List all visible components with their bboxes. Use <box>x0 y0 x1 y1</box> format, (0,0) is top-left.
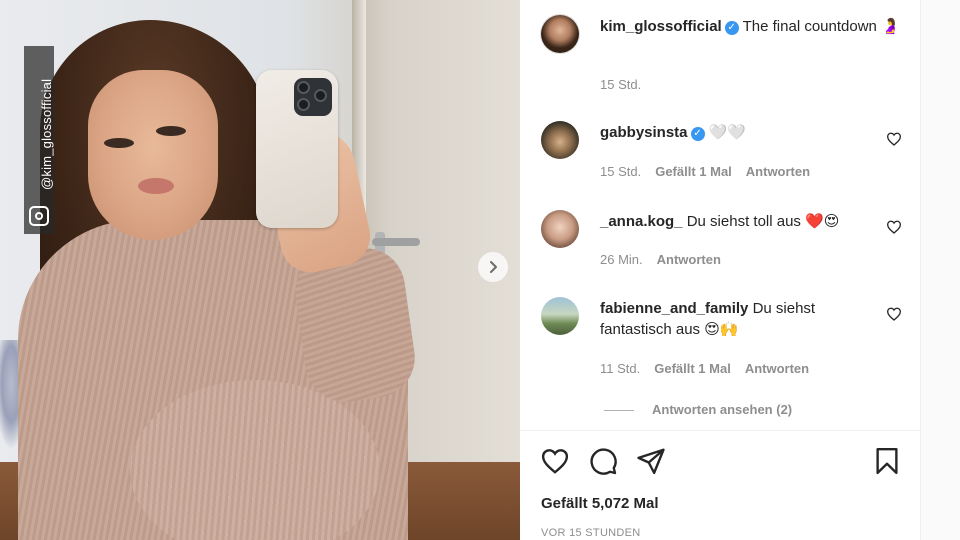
heart-icon[interactable] <box>886 131 902 147</box>
view-replies-button[interactable]: Antworten ansehen (2) <box>604 402 792 417</box>
comment-likes-link[interactable]: Gefällt 1 Mal <box>655 164 732 179</box>
watermark-handle: @kim_glossofficial <box>39 78 54 190</box>
post-timestamp: VOR 15 STUNDEN <box>541 527 641 539</box>
next-photo-button[interactable] <box>478 252 508 282</box>
face <box>88 70 218 240</box>
comment-avatar[interactable] <box>541 297 579 335</box>
heart-icon[interactable] <box>886 306 902 322</box>
heart-icon[interactable] <box>886 219 902 235</box>
comment-icon[interactable] <box>588 446 618 476</box>
comment-body: gabbysinsta ✓ 🤍🤍 <box>600 122 870 143</box>
paper-plane-icon[interactable] <box>636 446 666 476</box>
page-gutter <box>920 0 960 540</box>
author-avatar[interactable] <box>541 15 579 53</box>
comment-meta: 11 Std. Gefällt 1 Mal Antworten <box>600 361 809 376</box>
comment-text: 🤍🤍 <box>708 124 747 141</box>
caption-age: 15 Std. <box>600 77 642 92</box>
door-handle <box>372 238 420 246</box>
reply-link[interactable]: Antworten <box>657 252 721 267</box>
post-caption: kim_glossofficial ✓ The final countdown 🤰 <box>600 16 900 37</box>
chevron-right-icon <box>490 261 497 273</box>
comments-panel <box>520 0 920 540</box>
comment-body: _anna.kog_ Du siehst toll aus ❤️😍 <box>600 211 870 232</box>
comment-age: 26 Min. <box>600 252 643 267</box>
bookmark-icon[interactable] <box>872 446 902 476</box>
comment-age: 15 Std. <box>600 164 642 179</box>
comment-age: 11 Std. <box>600 361 641 376</box>
comment-meta: 26 Min. Antworten <box>600 252 721 267</box>
divider <box>520 430 920 431</box>
comment-username[interactable]: gabbysinsta <box>600 124 688 141</box>
reply-link[interactable]: Antworten <box>746 164 810 179</box>
comment-meta: 15 Std. Gefällt 1 Mal Antworten <box>600 164 810 179</box>
comment-username[interactable]: _anna.kog_ <box>600 213 683 230</box>
post-photo[interactable]: @kim_glossofficial <box>0 0 520 540</box>
heart-icon[interactable] <box>540 446 570 476</box>
comment-username[interactable]: fabienne_and_family <box>600 300 748 317</box>
comment-text: Du siehst toll aus ❤️😍 <box>686 213 840 230</box>
caption-text: The final countdown 🤰 <box>742 18 900 35</box>
likes-count[interactable]: Gefällt 5,072 Mal <box>541 495 659 512</box>
phone-camera <box>294 78 332 116</box>
reply-link[interactable]: Antworten <box>745 361 809 376</box>
instagram-icon <box>29 206 49 226</box>
author-username[interactable]: kim_glossofficial <box>600 18 722 35</box>
comment-body: fabienne_and_family Du siehst fantastisc… <box>600 298 860 340</box>
comment-avatar[interactable] <box>541 121 579 159</box>
verified-badge-icon: ✓ <box>724 21 739 35</box>
comment-likes-link[interactable]: Gefällt 1 Mal <box>654 361 731 376</box>
verified-badge-icon: ✓ <box>690 127 705 141</box>
comment-avatar[interactable] <box>541 210 579 248</box>
